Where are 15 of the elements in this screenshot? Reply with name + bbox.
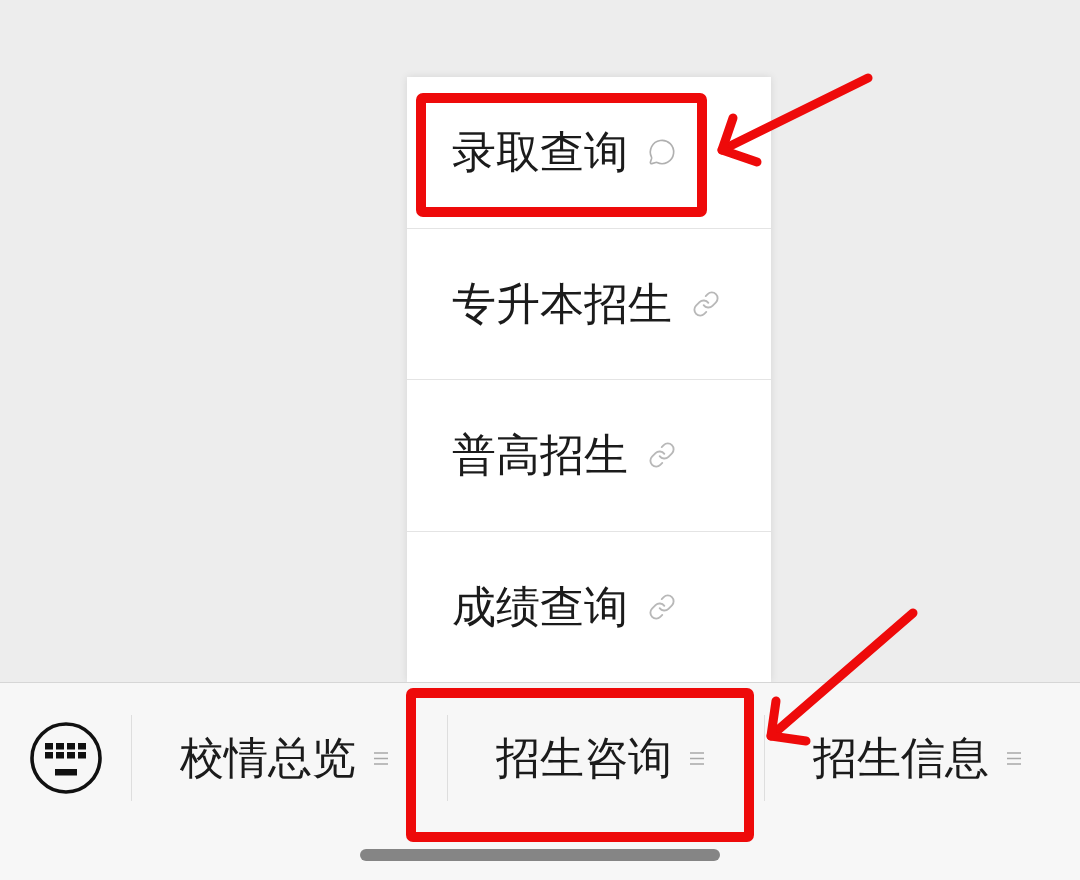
menu-lines-icon xyxy=(374,751,388,765)
link-icon xyxy=(692,289,720,318)
link-icon xyxy=(648,592,676,621)
link-icon xyxy=(648,441,676,470)
menu-lines-icon xyxy=(1006,751,1021,765)
popup-menu-item[interactable]: 专升本招生 xyxy=(407,228,771,379)
menu-tab[interactable]: 招生信息 xyxy=(764,683,1080,833)
popup-menu-item[interactable]: 普高招生 xyxy=(407,380,771,531)
menu-lines-icon xyxy=(690,751,705,765)
menu-tab[interactable]: 招生咨询 xyxy=(448,683,764,833)
menu-tab[interactable]: 校情总览 xyxy=(132,683,448,833)
popup-menu-item[interactable]: 成绩查询 xyxy=(407,531,771,682)
popup-menu-item[interactable]: 录取查询 xyxy=(407,77,771,228)
keyboard-icon[interactable] xyxy=(29,722,102,794)
speech-bubble-icon xyxy=(648,138,676,167)
